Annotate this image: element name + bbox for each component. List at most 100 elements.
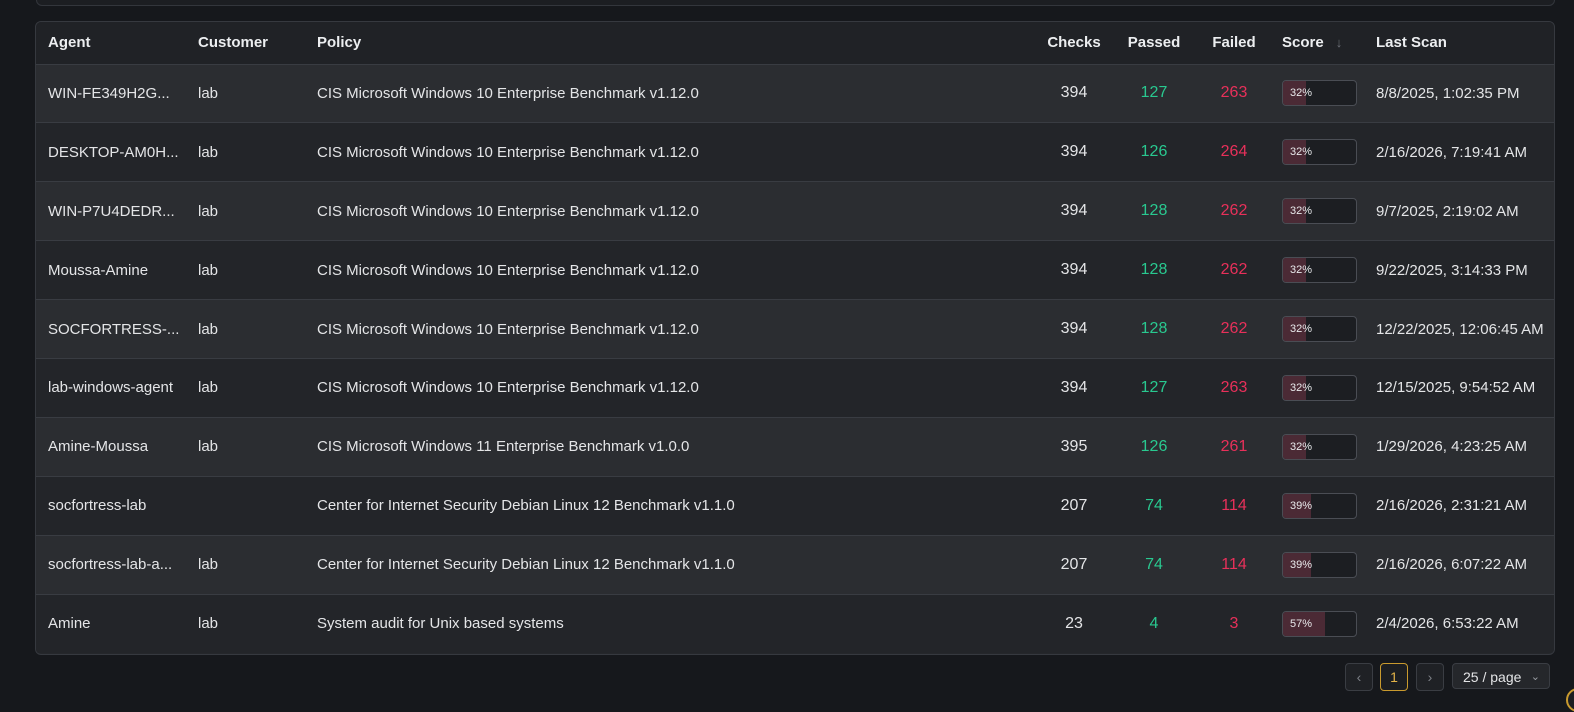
cell-score: 57% xyxy=(1270,594,1364,653)
chevron-right-icon[interactable]: › xyxy=(1416,663,1444,691)
cell-policy: CIS Microsoft Windows 10 Enterprise Benc… xyxy=(305,358,1038,418)
score-progress-label: 32% xyxy=(1290,381,1313,394)
cell-failed: 263 xyxy=(1198,358,1270,418)
column-header-agent[interactable]: Agent xyxy=(36,22,186,65)
sca-results-table: Agent Customer Policy Checks Passed Fail… xyxy=(36,22,1554,653)
cell-score: 32% xyxy=(1270,358,1364,418)
table-row[interactable]: SOCFORTRESS-... lab CIS Microsoft Windows … xyxy=(36,299,1554,359)
table-row[interactable]: socfortress-lab-a... lab Center for Intern… xyxy=(36,535,1554,595)
table-row[interactable]: DESKTOP-AM0H... lab CIS Microsoft Windows … xyxy=(36,122,1554,183)
cell-failed: 262 xyxy=(1198,240,1270,301)
cell-failed: 114 xyxy=(1198,535,1270,595)
cell-policy: CIS Microsoft Windows 10 Enterprise Benc… xyxy=(305,122,1038,183)
cell-failed: 114 xyxy=(1198,476,1270,536)
score-progress-label: 32% xyxy=(1290,440,1313,453)
cell-failed: 3 xyxy=(1229,614,1239,632)
column-header-customer[interactable]: Customer xyxy=(186,22,305,65)
score-progress-bar: 39% xyxy=(1282,551,1357,578)
cell-agent: Moussa-Amine xyxy=(36,240,186,301)
chevron-left-icon[interactable]: ‹ xyxy=(1345,663,1373,691)
cell-agent: WIN-P7U4DEDR... xyxy=(36,181,186,242)
score-progress-bar: 32% xyxy=(1282,80,1357,107)
cell-failed: 264 xyxy=(1198,122,1270,183)
column-header-passed[interactable]: Passed xyxy=(1110,22,1198,65)
page-size-value: 25 / page xyxy=(1463,669,1522,685)
cell-policy: CIS Microsoft Windows 11 Enterprise Benc… xyxy=(305,417,1038,477)
cell-policy: CIS Microsoft Windows 10 Enterprise Benc… xyxy=(305,240,1038,301)
cell-checks: 394 xyxy=(1038,358,1110,418)
table-row[interactable]: Amine lab System audit for Unix based syst… xyxy=(36,594,1554,653)
score-progress-label: 32% xyxy=(1290,323,1313,335)
cell-policy: System audit for Unix based systems xyxy=(317,615,564,633)
cell-checks: 394 xyxy=(1038,122,1110,183)
cell-failed: 261 xyxy=(1198,417,1270,477)
column-header-score-label: Score xyxy=(1282,34,1324,52)
chevron-down-icon: ⌄ xyxy=(1530,671,1540,683)
cell-checks: 207 xyxy=(1038,476,1110,536)
cell-passed: 128 xyxy=(1110,181,1198,242)
score-progress-bar: 32% xyxy=(1282,433,1357,460)
score-progress-bar: 32% xyxy=(1282,316,1357,342)
cell-last-scan: 12/22/2025, 12:06:45 AM xyxy=(1364,299,1554,359)
cell-customer: lab xyxy=(186,122,305,183)
cell-passed: 127 xyxy=(1110,64,1198,124)
score-progress-label: 39% xyxy=(1290,558,1313,571)
column-header-score[interactable]: Score ↓ xyxy=(1270,22,1364,65)
column-header-policy[interactable]: Policy xyxy=(305,22,1038,65)
top-panel-edge xyxy=(36,0,1555,6)
score-progress-bar: 32% xyxy=(1282,257,1357,284)
cell-passed: 126 xyxy=(1110,122,1198,183)
score-progress-bar: 39% xyxy=(1282,492,1357,519)
cell-last-scan: 9/7/2025, 2:19:02 AM xyxy=(1364,181,1554,242)
page-number-current[interactable]: 1 xyxy=(1380,663,1408,691)
cell-agent: lab-windows-agent xyxy=(36,358,186,418)
cell-customer: lab xyxy=(186,417,305,477)
cell-checks: 394 xyxy=(1038,181,1110,242)
cell-last-scan: 9/22/2025, 3:14:33 PM xyxy=(1364,240,1554,301)
cell-customer: lab xyxy=(198,615,219,633)
cell-last-scan: 1/29/2026, 4:23:25 AM xyxy=(1364,417,1554,477)
table-row[interactable]: lab-windows-agent lab CIS Microsoft Window… xyxy=(36,358,1554,418)
cell-agent: Amine xyxy=(48,615,91,633)
cell-customer: lab xyxy=(186,64,305,124)
cell-score: 32% xyxy=(1270,240,1364,301)
cell-agent: DESKTOP-AM0H... xyxy=(36,122,186,183)
cell-checks: 23 xyxy=(1065,614,1083,632)
page-size-select[interactable]: 25 / page ⌄ xyxy=(1452,663,1550,689)
column-header-last-scan[interactable]: Last Scan xyxy=(1364,22,1554,65)
table-row[interactable]: Amine-Moussa lab CIS Microsoft Windows 11 … xyxy=(36,417,1554,477)
cell-customer: lab xyxy=(186,299,305,359)
cell-failed: 263 xyxy=(1198,64,1270,124)
cell-passed: 4 xyxy=(1149,614,1159,632)
cell-checks: 394 xyxy=(1038,240,1110,301)
cell-agent: socfortress-lab-a... xyxy=(36,535,186,595)
table-row[interactable]: WIN-P7U4DEDR... lab CIS Microsoft Windows … xyxy=(36,181,1554,242)
cell-failed: 262 xyxy=(1198,181,1270,242)
score-progress-label: 39% xyxy=(1290,499,1313,512)
column-header-checks[interactable]: Checks xyxy=(1038,22,1110,65)
table-header-row: Agent Customer Policy Checks Passed Fail… xyxy=(36,22,1554,65)
table-row[interactable]: socfortress-lab Center for Internet Secur… xyxy=(36,476,1554,536)
table-row[interactable]: WIN-FE349H2G... lab CIS Microsoft Windows … xyxy=(36,64,1554,124)
cell-policy: CIS Microsoft Windows 10 Enterprise Benc… xyxy=(305,181,1038,242)
cell-passed: 127 xyxy=(1110,358,1198,418)
score-progress-label: 57% xyxy=(1290,617,1313,630)
score-progress-bar: 57% xyxy=(1282,610,1357,637)
cell-checks: 394 xyxy=(1038,299,1110,359)
cell-score: 32% xyxy=(1270,181,1364,242)
score-progress-label: 32% xyxy=(1290,264,1313,277)
score-progress-bar: 32% xyxy=(1282,374,1357,401)
table-row[interactable]: Moussa-Amine lab CIS Microsoft Windows 10 … xyxy=(36,240,1554,301)
cell-passed: 128 xyxy=(1110,299,1198,359)
column-header-failed[interactable]: Failed xyxy=(1198,22,1270,65)
arrow-down-icon[interactable]: ↓ xyxy=(1336,35,1343,50)
cell-passed: 74 xyxy=(1110,476,1198,536)
cell-customer: lab xyxy=(186,535,305,595)
table-body: WIN-FE349H2G... lab CIS Microsoft Windows … xyxy=(36,64,1554,653)
cell-agent: SOCFORTRESS-... xyxy=(36,299,186,359)
floating-action-badge[interactable] xyxy=(1566,688,1574,712)
cell-failed: 262 xyxy=(1198,299,1270,359)
cell-customer: lab xyxy=(186,240,305,301)
cell-last-scan: 2/16/2026, 7:19:41 AM xyxy=(1364,122,1554,183)
cell-agent: Amine-Moussa xyxy=(36,417,186,477)
